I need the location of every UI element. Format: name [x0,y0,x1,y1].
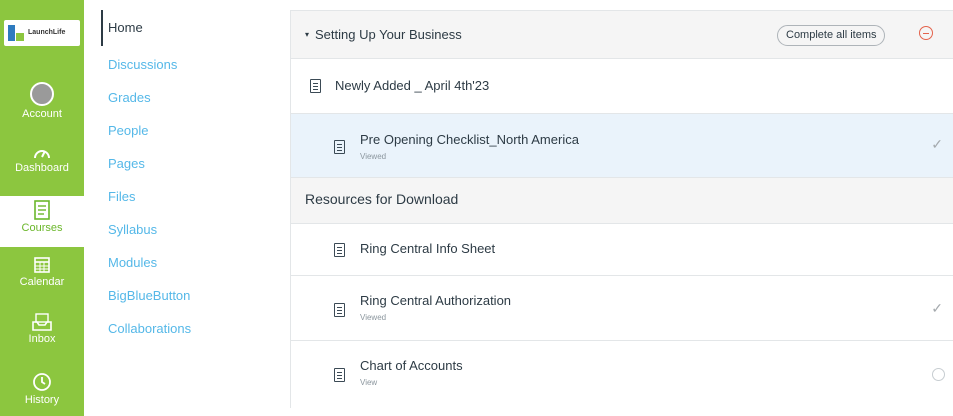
logo-text: LaunchLife [28,29,66,36]
course-nav-collaborations[interactable]: Collaborations [101,312,231,345]
course-nav-syllabus[interactable]: Syllabus [101,213,231,246]
module-title: Setting Up Your Business [315,27,462,42]
course-nav-modules[interactable]: Modules [101,246,231,279]
module-item-newly-added[interactable]: Newly Added _ April 4th'23 [291,59,953,114]
course-nav-files[interactable]: Files [101,180,231,213]
document-icon [334,368,345,382]
global-nav-courses[interactable]: Courses [0,200,84,234]
global-nav-account-label: Account [22,108,62,120]
course-nav-discussions[interactable]: Discussions [101,48,231,81]
checkmark-icon: ✓ [931,136,943,152]
course-nav-pages[interactable]: Pages [101,147,231,180]
document-icon [334,303,345,317]
module-item-title[interactable]: Ring Central Authorization [360,293,511,308]
module-item-ring-central-info[interactable]: Ring Central Info Sheet [291,224,953,276]
courses-icon [34,200,50,220]
module-item-ring-central-authorization[interactable]: Ring Central Authorization Viewed ✓ [291,276,953,341]
course-nav-grades[interactable]: Grades [101,81,231,114]
document-icon [334,140,345,154]
document-icon [334,243,345,257]
inbox-icon [32,313,52,331]
module-panel: ▾ Setting Up Your Business Complete all … [290,10,953,408]
module-item-title[interactable]: Chart of Accounts [360,358,463,373]
global-nav-inbox[interactable]: Inbox [0,313,84,345]
global-nav-dashboard-label: Dashboard [15,162,69,174]
course-nav-people[interactable]: People [101,114,231,147]
complete-all-items-button[interactable]: Complete all items [777,25,886,46]
incomplete-circle-icon [932,368,945,381]
global-nav-calendar-label: Calendar [19,276,65,288]
module-item-title[interactable]: Pre Opening Checklist_North America [360,132,579,147]
document-icon [310,79,321,93]
launchlife-logo[interactable]: LaunchLife [4,20,80,46]
history-icon [33,373,51,391]
dashboard-icon [34,150,50,159]
avatar-icon [30,82,54,106]
global-nav-history[interactable]: History [0,372,84,406]
module-subheader: Resources for Download [291,178,953,224]
course-nav-home[interactable]: Home [101,10,231,46]
module-item-title[interactable]: Newly Added _ April 4th'23 [335,78,489,93]
course-nav: Home Discussions Grades People Pages Fil… [101,10,231,345]
module-item-title[interactable]: Ring Central Info Sheet [360,241,495,256]
calendar-icon [34,257,50,273]
global-nav-courses-label: Courses [21,222,63,234]
module-header[interactable]: ▾ Setting Up Your Business Complete all … [291,11,953,59]
logo-mark-icon [8,25,24,41]
module-item-status-text: View [360,378,378,387]
module-item-status-text: Viewed [360,313,387,322]
global-nav-calendar[interactable]: Calendar [0,256,84,288]
global-nav-dashboard[interactable]: Dashboard [0,144,84,174]
global-nav-history-label: History [24,394,60,406]
global-nav: LaunchLife Account Dashboard Courses Cal… [0,0,84,416]
global-nav-account[interactable]: Account [0,82,84,120]
checkmark-icon: ✓ [931,300,943,316]
subheader-title: Resources for Download [305,191,459,207]
page: LaunchLife Account Dashboard Courses Cal… [0,0,953,416]
minus-circle-icon[interactable] [919,26,933,40]
collapse-caret-icon[interactable]: ▾ [305,30,309,39]
module-item-status-text: Viewed [360,152,387,161]
module-item-chart-of-accounts[interactable]: Chart of Accounts View [291,341,953,406]
global-nav-inbox-label: Inbox [28,333,56,345]
course-nav-bigbluebutton[interactable]: BigBlueButton [101,279,231,312]
module-item-pre-opening-checklist[interactable]: Pre Opening Checklist_North America View… [291,114,953,178]
